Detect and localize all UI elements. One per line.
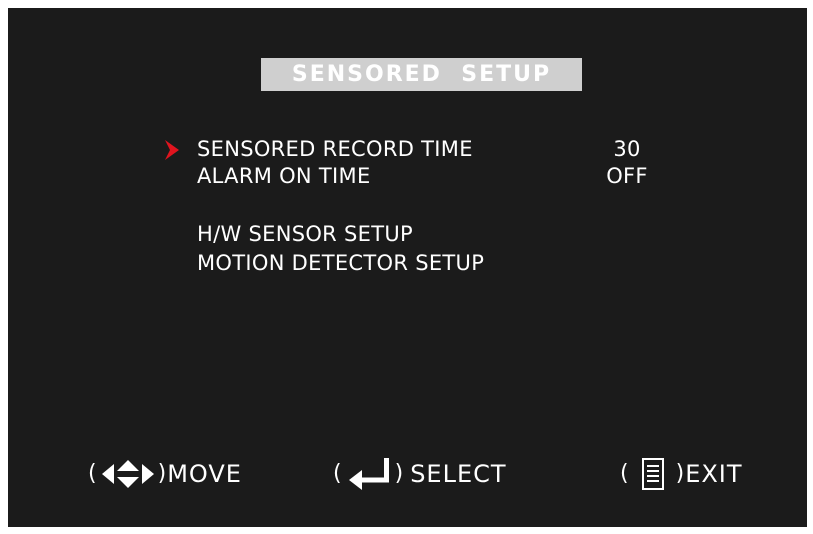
menu-item-hw-sensor-setup[interactable]: H/W SENSOR SETUP <box>197 220 757 248</box>
menu-item-value: OFF <box>606 164 648 188</box>
four-way-arrows-icon <box>101 460 154 488</box>
footer-select-hint: ( ) SELECT <box>333 454 507 494</box>
paren-close: ) <box>157 461 168 486</box>
footer-move-hint: ( ) MOVE <box>88 454 242 494</box>
menu-item-value: 30 <box>613 137 641 161</box>
osd-screen: SENSORED SETUP SENSORED RECORD TIME 30 A… <box>8 8 807 527</box>
menu-item-label: SENSORED RECORD TIME <box>197 137 473 161</box>
exit-label: EXIT <box>685 460 743 488</box>
menu-item-label: H/W SENSOR SETUP <box>197 222 413 246</box>
move-label: MOVE <box>167 460 242 488</box>
menu-item-label: MOTION DETECTOR SETUP <box>197 251 485 275</box>
paren-open: ( <box>88 461 98 486</box>
page-title: SENSORED SETUP <box>261 58 582 91</box>
menu-item-motion-detector-setup[interactable]: MOTION DETECTOR SETUP <box>197 249 757 277</box>
menu-item-sensored-record-time[interactable]: SENSORED RECORD TIME 30 <box>197 135 757 163</box>
menu-item-label: ALARM ON TIME <box>197 164 371 188</box>
paren-open: ( <box>620 461 630 486</box>
menu-icon <box>641 458 664 490</box>
paren-close: ) <box>394 461 405 486</box>
selection-cursor-icon <box>165 140 179 160</box>
select-label: SELECT <box>410 460 507 488</box>
paren-close: ) <box>675 461 686 486</box>
menu-item-alarm-on-time[interactable]: ALARM ON TIME OFF <box>197 162 757 190</box>
paren-open: ( <box>333 461 343 486</box>
footer-exit-hint: ( ) EXIT <box>620 454 743 494</box>
enter-arrow-icon <box>348 458 389 490</box>
